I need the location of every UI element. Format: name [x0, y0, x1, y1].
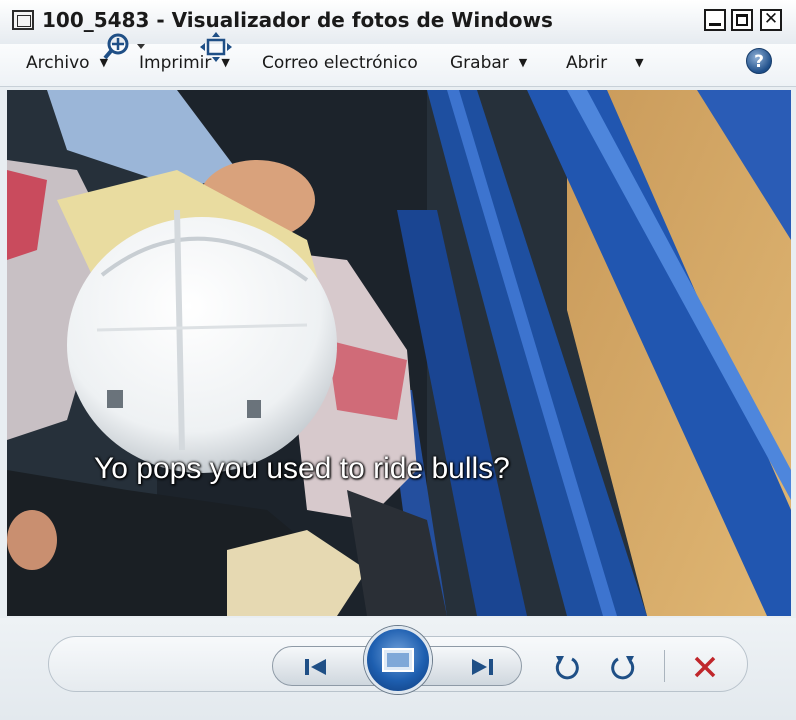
rotate-right-button[interactable] — [606, 650, 640, 684]
toolbar-separator — [664, 650, 665, 682]
chevron-down-icon: ▼ — [518, 56, 528, 69]
delete-icon — [694, 656, 716, 678]
delete-button[interactable] — [688, 650, 722, 684]
minimize-button[interactable] — [704, 9, 726, 31]
zoom-icon — [103, 33, 145, 60]
slideshow-icon — [382, 648, 414, 672]
close-window-button[interactable]: ✕ — [760, 9, 782, 31]
next-button[interactable] — [462, 650, 502, 684]
menu-abrir-label: Abrir — [566, 53, 608, 73]
help-icon[interactable]: ? — [746, 48, 772, 74]
menu-grabar-label: Grabar — [450, 53, 509, 73]
window-title: 100_5483 - Visualizador de fotos de Wind… — [42, 8, 553, 32]
rotate-right-icon — [611, 656, 635, 680]
menu-correo-label: Correo electrónico — [262, 53, 418, 73]
previous-button[interactable] — [296, 650, 336, 684]
menu-correo[interactable]: Correo electrónico — [262, 53, 418, 73]
fit-to-window-icon — [200, 32, 232, 62]
menu-archivo-label: Archivo — [26, 53, 90, 73]
next-icon — [472, 659, 493, 675]
rotate-left-icon — [555, 656, 579, 680]
slideshow-button[interactable] — [364, 626, 432, 694]
app-icon — [12, 10, 34, 30]
rotate-left-button[interactable] — [550, 650, 584, 684]
zoom-button[interactable] — [100, 30, 152, 64]
fit-to-window-button[interactable] — [196, 30, 236, 64]
maximize-button[interactable] — [731, 9, 753, 31]
chevron-down-icon: ▼ — [635, 56, 644, 69]
photo-image — [7, 90, 791, 616]
menu-abrir[interactable]: Abrir ▼ — [566, 53, 644, 73]
menu-archivo[interactable]: Archivo ▼ — [26, 53, 108, 73]
photo-viewport: Yo pops you used to ride bulls? — [7, 90, 791, 616]
menu-grabar[interactable]: Grabar ▼ — [450, 53, 527, 73]
photo-caption: Yo pops you used to ride bulls? — [94, 452, 510, 485]
previous-icon — [305, 659, 326, 675]
